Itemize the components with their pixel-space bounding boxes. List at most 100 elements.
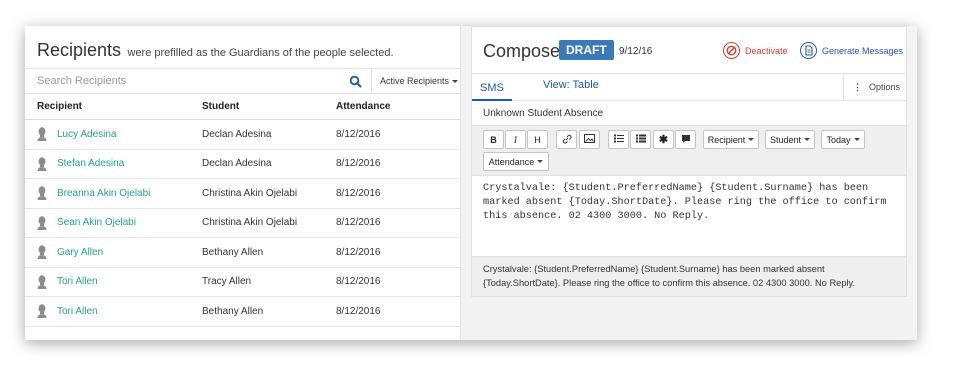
chevron-down-icon [537, 160, 544, 163]
chevron-down-icon [452, 79, 459, 83]
recipient-cell: Stefan Adesina [25, 157, 202, 171]
generate-messages-button[interactable]: Generate Messages [800, 42, 903, 59]
options-label: Options [868, 82, 900, 92]
attendance-cell: 8/12/2016 [336, 187, 381, 199]
table-row[interactable]: Lucy Adesina Declan Adesina 8/12/2016 [25, 120, 460, 150]
italic-button[interactable]: I [505, 130, 526, 149]
recipient-cell: Sean Akin Ojelabi [25, 216, 202, 230]
student-cell: Declan Adesina [202, 128, 272, 140]
editor-line: this absence. 02 4300 3000. No Reply. [483, 211, 710, 222]
attendance-dropdown[interactable]: Attendance [483, 152, 549, 171]
student-cell: Bethany Allen [202, 305, 264, 317]
column-header-attendance[interactable]: Attendance [336, 101, 446, 112]
recipient-name-link[interactable]: Lucy Adesina [57, 129, 117, 140]
table-row[interactable]: Sean Akin Ojelabi Christina Akin Ojelabi 8… [25, 209, 460, 238]
preview-line: Crystalvale: {Student.PreferredName} {St… [483, 264, 825, 274]
recipient-name-link[interactable]: Gary Allen [57, 247, 103, 258]
search-icon[interactable] [347, 73, 365, 91]
editor-line: marked absent {Today.ShortDate}. Please … [483, 197, 887, 208]
avatar-icon [37, 245, 47, 260]
attendance-cell: 8/12/2016 [336, 217, 381, 229]
search-input[interactable] [25, 69, 325, 93]
student-dropdown-label: Student [769, 134, 802, 145]
student-dropdown[interactable]: Student [765, 130, 815, 149]
compose-date: 9/12/16 [619, 46, 653, 57]
heading-button[interactable]: H [527, 130, 548, 149]
options-button[interactable]: ⋮ Options [842, 74, 906, 100]
asterisk-button[interactable]: ✱ [653, 130, 674, 149]
numbered-list-icon [635, 134, 646, 145]
avatar-icon [37, 275, 47, 289]
numbered-list-button[interactable] [630, 130, 651, 149]
attendance-cell: 8/12/2016 [336, 128, 381, 140]
recipient-name-link[interactable]: Sean Akin Ojelabi [57, 217, 136, 228]
bold-button[interactable]: B [483, 130, 504, 149]
active-recipients-dropdown[interactable]: Active Recipients [371, 69, 459, 93]
recipients-panel: Recipients were prefilled as the Guardia… [25, 26, 461, 340]
student-cell: Tracy Allen [202, 276, 252, 288]
recipients-title: Recipients [37, 40, 122, 60]
column-header-student[interactable]: Student [202, 101, 336, 112]
recipient-dropdown-label: Recipient [707, 134, 746, 145]
recipient-name-link[interactable]: Tori Allen [57, 306, 98, 317]
image-button[interactable] [579, 130, 600, 149]
message-preview: Crystalvale: {Student.PreferredName} {St… [472, 256, 906, 296]
recipient-name-link[interactable]: Breanna Akin Ojelabi [57, 188, 150, 199]
editor-toolbar: B I H ✱ Recipient Student Today Attendan… [472, 126, 906, 176]
search-row: Active Recipients [25, 68, 460, 94]
recipient-cell: Breanna Akin Ojelabi [25, 186, 202, 201]
bullet-list-icon [613, 134, 624, 145]
recipient-name-link[interactable]: Stefan Adesina [57, 158, 124, 169]
comment-icon [681, 134, 691, 146]
avatar-icon [37, 216, 47, 230]
recipient-cell: Tori Allen [25, 304, 202, 319]
comment-button[interactable] [675, 130, 696, 149]
attendance-cell: 8/12/2016 [336, 158, 381, 170]
student-cell: Bethany Allen [202, 246, 264, 258]
block-icon [723, 42, 740, 59]
table-row[interactable]: Stefan Adesina Declan Adesina 8/12/2016 [25, 150, 460, 179]
avatar-icon [37, 127, 47, 142]
link-icon [562, 134, 572, 146]
avatar-icon [37, 304, 47, 319]
attendance-cell: 8/12/2016 [336, 305, 381, 317]
today-dropdown[interactable]: Today [821, 130, 865, 149]
app-frame: Recipients were prefilled as the Guardia… [25, 26, 917, 340]
bullet-list-button[interactable] [608, 130, 629, 149]
link-button[interactable] [556, 130, 577, 149]
attendance-cell: 8/12/2016 [336, 246, 381, 258]
recipients-table-body: Lucy Adesina Declan Adesina 8/12/2016 Stefa… [25, 120, 460, 327]
avatar-icon [37, 157, 47, 171]
recipient-dropdown[interactable]: Recipient [703, 130, 759, 149]
recipient-cell: Lucy Adesina [25, 127, 202, 142]
column-header-recipient[interactable]: Recipient [25, 101, 202, 112]
recipient-cell: Gary Allen [25, 245, 202, 260]
compose-header: Compose DRAFT 9/12/16 Deactivate Generat… [472, 27, 906, 73]
chevron-down-icon [853, 138, 860, 141]
image-icon [584, 134, 595, 145]
deactivate-button[interactable]: Deactivate [723, 42, 788, 59]
message-subject[interactable]: Unknown Student Absence [472, 101, 906, 126]
table-row[interactable]: Tori Allen Tracy Allen 8/12/2016 [25, 268, 460, 297]
recipient-cell: Tori Allen [25, 275, 202, 289]
chevron-down-icon [748, 138, 755, 141]
recipient-name-link[interactable]: Tori Allen [57, 276, 98, 287]
chevron-down-icon [804, 138, 811, 141]
preview-line: {Today.ShortDate}. Please ring the offic… [483, 278, 856, 288]
status-badge: DRAFT [559, 40, 614, 60]
message-editor[interactable]: Crystalvale: {Student.PreferredName} {St… [472, 176, 906, 256]
compose-tabs: SMS View: Table ⋮ Options [472, 73, 906, 101]
table-row[interactable]: Tori Allen Bethany Allen 8/12/2016 [25, 297, 460, 327]
deactivate-label: Deactivate [745, 45, 788, 56]
table-row[interactable]: Gary Allen Bethany Allen 8/12/2016 [25, 238, 460, 268]
document-icon [800, 42, 817, 59]
attendance-dropdown-label: Attendance [488, 156, 535, 167]
view-table-link[interactable]: View: Table [543, 79, 599, 91]
table-row[interactable]: Breanna Akin Ojelabi Christina Akin Ojela… [25, 179, 460, 209]
generate-messages-label: Generate Messages [822, 45, 904, 56]
student-cell: Christina Akin Ojelabi [202, 187, 298, 199]
student-cell: Christina Akin Ojelabi [202, 217, 298, 229]
table-header: Recipient Student Attendance [25, 94, 460, 120]
tab-sms[interactable]: SMS [472, 74, 512, 101]
more-vertical-icon: ⋮ [852, 81, 862, 92]
